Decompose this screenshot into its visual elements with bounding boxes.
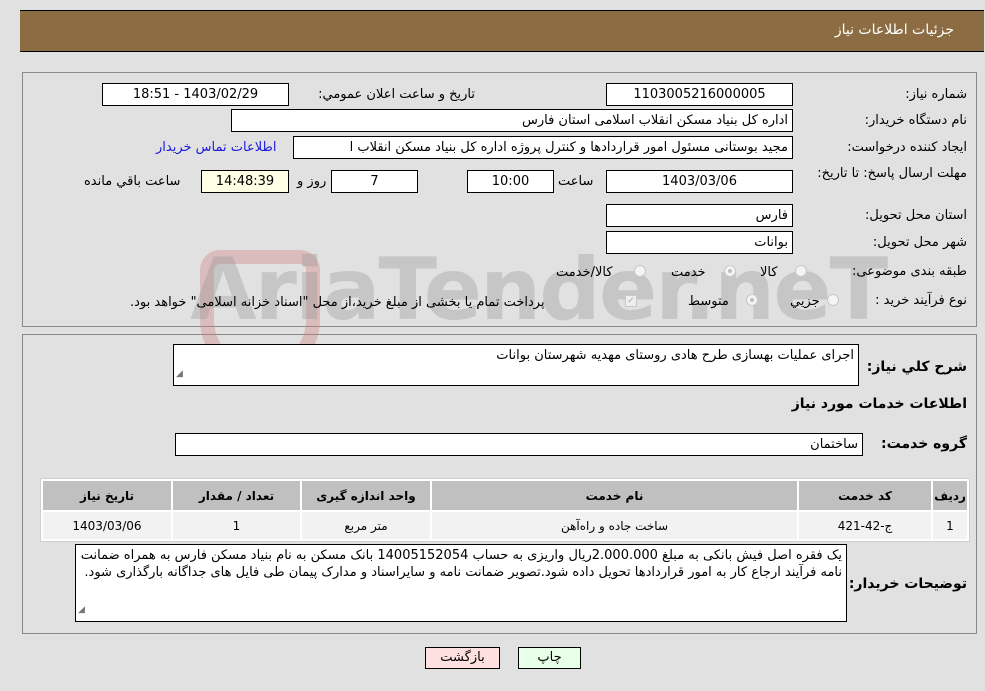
header-quantity: تعداد / مقدار (173, 481, 300, 510)
process-radio-medium[interactable] (746, 294, 758, 306)
category-radio-goods[interactable] (795, 265, 807, 277)
days-field[interactable]: 7 (331, 170, 418, 193)
category-option-goods-service: کالا/خدمت (556, 265, 613, 280)
buyer-notes-label: توضيحات خريدار: (848, 576, 967, 592)
process-option-medium: متوسط (688, 294, 729, 309)
description-text: اجرای عملیات بهسازی طرح هادی روستای مهدی… (496, 348, 854, 363)
creator-field[interactable]: مجید بوستانی مسئول امور قراردادها و کنتر… (293, 136, 793, 159)
cell-row-number: 1 (933, 512, 967, 539)
description-label: شرح کلي نياز: (866, 359, 967, 375)
buyer-notes-text: یک فقره اصل فیش بانکی به مبلغ 2.000.000ر… (80, 548, 842, 580)
cell-quantity: 1 (173, 512, 300, 539)
cell-need-date: 1403/03/06 (43, 512, 171, 539)
deadline-time-field[interactable]: 10:00 (467, 170, 554, 193)
page-title: جزئيات اطلاعات نياز (834, 22, 954, 38)
need-number-field[interactable]: 1103005216000005 (606, 83, 793, 106)
deadline-time-label: ساعت (558, 174, 594, 189)
province-field[interactable]: فارس (606, 204, 793, 227)
buyer-contact-link[interactable]: اطلاعات تماس خریدار (156, 140, 276, 155)
buyer-notes-textarea[interactable]: یک فقره اصل فیش بانکی به مبلغ 2.000.000ر… (75, 544, 847, 622)
category-radio-goods-service[interactable] (634, 265, 646, 277)
process-label: نوع فرآیند خرید : (875, 293, 967, 308)
header-service-name: نام خدمت (432, 481, 797, 510)
cell-service-code: ج-42-421 (799, 512, 931, 539)
remaining-label: ساعت باقي مانده (84, 174, 181, 189)
cell-unit: متر مربع (302, 512, 430, 539)
category-option-service: خدمت (671, 265, 706, 280)
table-header-row: رديف کد خدمت نام خدمت واحد اندازه گيری ت… (43, 481, 967, 510)
process-radio-minor[interactable] (827, 294, 839, 306)
page-header: جزئيات اطلاعات نياز (20, 10, 984, 52)
deadline-date-field[interactable]: 1403/03/06 (606, 170, 793, 193)
city-field[interactable]: بوانات (606, 231, 793, 254)
creator-label: ایجاد کننده درخواست: (847, 140, 967, 155)
back-button[interactable]: بازگشت (425, 647, 500, 669)
treasury-checkbox[interactable]: ✓ (625, 295, 637, 307)
process-option-minor: جزيي (790, 294, 820, 309)
treasury-note: پرداخت تمام یا بخشی از مبلغ خرید،از محل … (130, 295, 545, 310)
deadline-label: مهلت ارسال پاسخ: تا تاریخ: (817, 166, 967, 181)
province-label: استان محل تحویل: (865, 208, 967, 223)
description-textarea[interactable]: اجرای عملیات بهسازی طرح هادی روستای مهدی… (173, 344, 859, 386)
buyer-org-label: نام دستگاه خریدار: (864, 113, 967, 128)
header-need-date: تاريخ نياز (43, 481, 171, 510)
resize-grip-icon[interactable]: ◢ (176, 366, 183, 383)
buyer-org-field[interactable]: اداره کل بنیاد مسکن انقلاب اسلامی استان … (231, 109, 793, 132)
table-row: 1 ج-42-421 ساخت جاده و راه‌آهن متر مربع … (43, 512, 967, 539)
resize-grip-icon[interactable]: ◢ (78, 602, 85, 619)
services-section-title: اطلاعات خدمات مورد نياز (791, 396, 967, 412)
header-service-code: کد خدمت (799, 481, 931, 510)
need-number-label: شماره نیاز: (905, 87, 967, 102)
watermark-text: AriaTender.neT (190, 240, 888, 340)
services-table: رديف کد خدمت نام خدمت واحد اندازه گيری ت… (40, 478, 970, 542)
announce-label: تاريخ و ساعت اعلان عمومي: (318, 87, 475, 102)
announce-datetime-field[interactable]: 1403/02/29 - 18:51 (102, 83, 289, 106)
remaining-time-field: 14:48:39 (201, 170, 289, 193)
days-label: روز و (297, 174, 327, 189)
service-group-label: گروه خدمت: (881, 436, 967, 452)
header-row-number: رديف (933, 481, 967, 510)
category-radio-service[interactable] (724, 265, 736, 277)
cell-service-name: ساخت جاده و راه‌آهن (432, 512, 797, 539)
city-label: شهر محل تحویل: (872, 235, 967, 250)
header-unit: واحد اندازه گيری (302, 481, 430, 510)
print-button[interactable]: چاپ (518, 647, 581, 669)
category-option-goods: کالا (760, 265, 778, 280)
service-group-field[interactable]: ساختمان (175, 433, 863, 456)
category-label: طبقه بندی موضوعی: (851, 264, 967, 279)
